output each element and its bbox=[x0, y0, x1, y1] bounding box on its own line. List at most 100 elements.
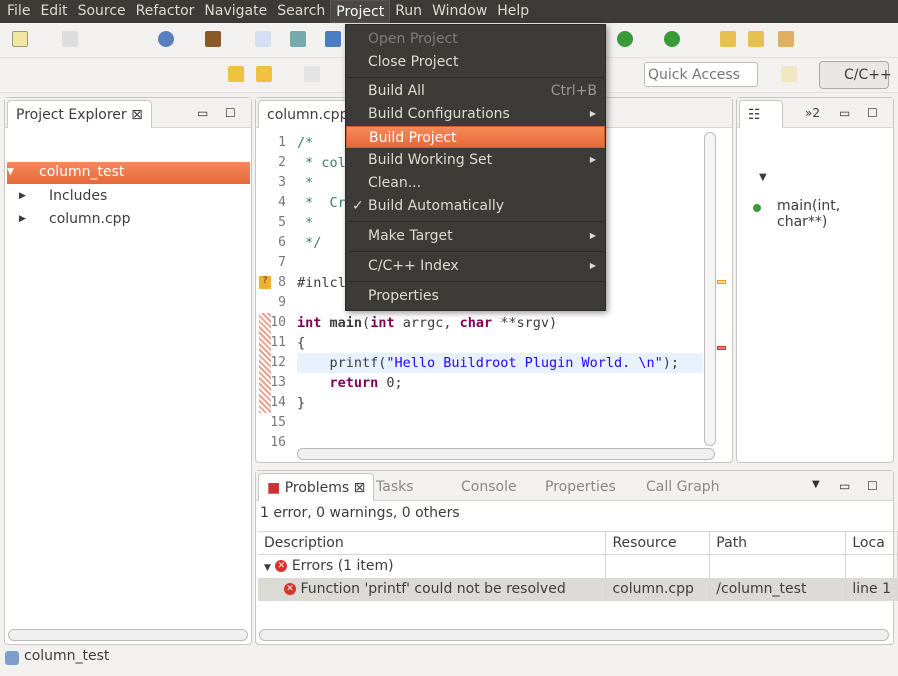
expand-arrow-icon[interactable]: ▼ bbox=[7, 167, 14, 177]
binary-icon[interactable] bbox=[255, 31, 271, 47]
minimize-icon[interactable]: ▭ bbox=[197, 106, 208, 120]
line-number: 4 bbox=[278, 195, 286, 210]
menu-search[interactable]: Search bbox=[272, 0, 330, 23]
tab-console[interactable]: Console bbox=[461, 479, 517, 495]
menu-source[interactable]: Source bbox=[73, 0, 131, 23]
toggle-icon[interactable] bbox=[290, 31, 306, 47]
warning-question-icon[interactable]: ? bbox=[259, 276, 271, 289]
menu-window[interactable]: Window bbox=[427, 0, 492, 23]
menu-item-build-configurations[interactable]: Build Configurations ▶ bbox=[346, 103, 605, 125]
menu-item-build-all[interactable]: Build All Ctrl+B bbox=[346, 80, 605, 102]
tab-column-cpp[interactable]: column.cpp bbox=[258, 100, 358, 128]
tab-properties[interactable]: Properties bbox=[545, 479, 616, 495]
code-line[interactable]: * bbox=[297, 213, 313, 233]
build-hammer-icon[interactable] bbox=[205, 31, 221, 47]
tree-item-includes[interactable]: Includes bbox=[49, 188, 107, 204]
line-number: 6 bbox=[278, 235, 286, 250]
menu-item-cc-index[interactable]: C/C++ Index ▶ bbox=[346, 255, 605, 277]
menu-help[interactable]: Help bbox=[492, 0, 534, 23]
code-line[interactable]: return 0; bbox=[297, 373, 403, 393]
debug-icon[interactable] bbox=[158, 31, 174, 47]
menu-item-open-project: Open Project bbox=[368, 31, 458, 47]
menu-navigate[interactable]: Navigate bbox=[199, 0, 272, 23]
line-number: 16 bbox=[270, 435, 286, 450]
external-tools-icon[interactable] bbox=[664, 31, 680, 47]
code-line[interactable]: int main(int arrgc, char **srgv) bbox=[297, 313, 557, 333]
maximize-icon[interactable]: ☐ bbox=[225, 106, 236, 120]
code-line[interactable]: * col bbox=[297, 153, 346, 173]
vertical-scrollbar[interactable] bbox=[704, 132, 716, 446]
tab-call-graph[interactable]: Call Graph bbox=[646, 479, 720, 495]
menu-item-build-automatically[interactable]: ✓ Build Automatically bbox=[346, 195, 605, 217]
view-menu-icon[interactable]: ▼ bbox=[812, 479, 820, 490]
menu-file[interactable]: File bbox=[2, 0, 35, 23]
menu-item-build-project[interactable]: Build Project bbox=[346, 126, 605, 148]
more-views-button[interactable]: »2 bbox=[805, 106, 820, 120]
horizontal-scrollbar[interactable] bbox=[297, 448, 715, 460]
error-icon: ✕ bbox=[284, 583, 296, 595]
status-text: column_test bbox=[24, 648, 110, 664]
tree-item-column-test[interactable]: column_test bbox=[7, 162, 250, 184]
tab-tasks[interactable]: Tasks bbox=[376, 479, 414, 495]
perspective-cc-button[interactable]: C/C++ bbox=[819, 61, 892, 89]
menu-item-make-target[interactable]: Make Target ▶ bbox=[346, 225, 605, 247]
save-icon[interactable] bbox=[62, 31, 78, 47]
code-line[interactable]: #inlcl bbox=[297, 273, 346, 293]
tab-project-explorer[interactable]: Project Explorer ⊠ bbox=[7, 100, 152, 128]
menu-refactor[interactable]: Refactor bbox=[131, 0, 200, 23]
minimize-icon[interactable]: ▭ bbox=[839, 106, 850, 120]
collapse-arrow-icon[interactable]: ▶ bbox=[19, 191, 26, 201]
maximize-icon[interactable]: ☐ bbox=[867, 479, 878, 493]
new-icon[interactable] bbox=[12, 31, 28, 47]
tree-item-column-cpp[interactable]: column.cpp bbox=[49, 211, 130, 227]
code-line[interactable]: { bbox=[297, 333, 305, 353]
code-line[interactable]: } bbox=[297, 393, 305, 413]
table-row[interactable]: ✕ Function 'printf' could not be resolve… bbox=[258, 577, 898, 601]
checkmark-icon: ✓ bbox=[352, 198, 364, 214]
tab-outline[interactable]: ☷ bbox=[739, 100, 783, 128]
code-line[interactable]: */ bbox=[297, 233, 321, 253]
outline-item-main[interactable]: main(int, char**) bbox=[777, 198, 893, 230]
tab-problems[interactable]: ■ Problems ⊠ bbox=[258, 473, 375, 501]
project-icon bbox=[5, 651, 19, 665]
pen-icon[interactable] bbox=[778, 31, 794, 47]
panel-title: Project Explorer bbox=[16, 107, 127, 123]
close-icon[interactable]: ⊠ bbox=[131, 107, 143, 123]
menu-item-build-working-set[interactable]: Build Working Set ▶ bbox=[346, 149, 605, 171]
forward-icon[interactable] bbox=[304, 66, 320, 82]
code-line[interactable]: * bbox=[297, 173, 313, 193]
minimize-icon[interactable]: ▭ bbox=[839, 479, 850, 493]
horizontal-scrollbar[interactable] bbox=[259, 629, 889, 641]
menu-run[interactable]: Run bbox=[390, 0, 427, 23]
horizontal-scrollbar[interactable] bbox=[8, 629, 248, 641]
open-folder-icon[interactable] bbox=[720, 31, 736, 47]
line-number: 9 bbox=[278, 295, 286, 310]
collapse-arrow-icon[interactable]: ▶ bbox=[19, 214, 26, 224]
warning-overview-marker[interactable] bbox=[717, 280, 726, 284]
error-overview-marker[interactable] bbox=[717, 346, 726, 350]
menu-project[interactable]: Project bbox=[330, 0, 391, 23]
back-icon[interactable] bbox=[256, 66, 272, 82]
column-resource[interactable]: Resource bbox=[605, 531, 711, 555]
group-row-errors[interactable]: ▼ ✕ Errors (1 item) bbox=[258, 554, 898, 578]
menu-item-properties[interactable]: Properties bbox=[346, 285, 605, 307]
open-perspective-icon[interactable] bbox=[781, 66, 797, 82]
column-location[interactable]: Loca bbox=[845, 531, 898, 555]
code-line[interactable]: printf("Hello Buildroot Plugin World. \n… bbox=[297, 353, 680, 373]
folder-icon[interactable] bbox=[748, 31, 764, 47]
maximize-icon[interactable]: ☐ bbox=[867, 106, 878, 120]
line-number: 1 bbox=[278, 135, 286, 150]
menu-item-clean[interactable]: Clean... bbox=[346, 172, 605, 194]
problems-panel: ■ Problems ⊠ Tasks Console Properties Ca… bbox=[255, 470, 898, 645]
column-path[interactable]: Path bbox=[709, 531, 847, 555]
menu-item-close-project[interactable]: Close Project bbox=[346, 51, 605, 73]
run-icon[interactable] bbox=[617, 31, 633, 47]
code-line[interactable]: /* bbox=[297, 133, 313, 153]
view-menu-icon[interactable]: ▼ bbox=[759, 172, 767, 183]
new-class-icon[interactable] bbox=[325, 31, 341, 47]
menu-edit[interactable]: Edit bbox=[35, 0, 72, 23]
last-edit-icon[interactable] bbox=[228, 66, 244, 82]
quick-access-input[interactable] bbox=[644, 62, 758, 87]
column-description[interactable]: Description bbox=[258, 531, 607, 555]
code-line[interactable]: * Cr bbox=[297, 193, 346, 213]
